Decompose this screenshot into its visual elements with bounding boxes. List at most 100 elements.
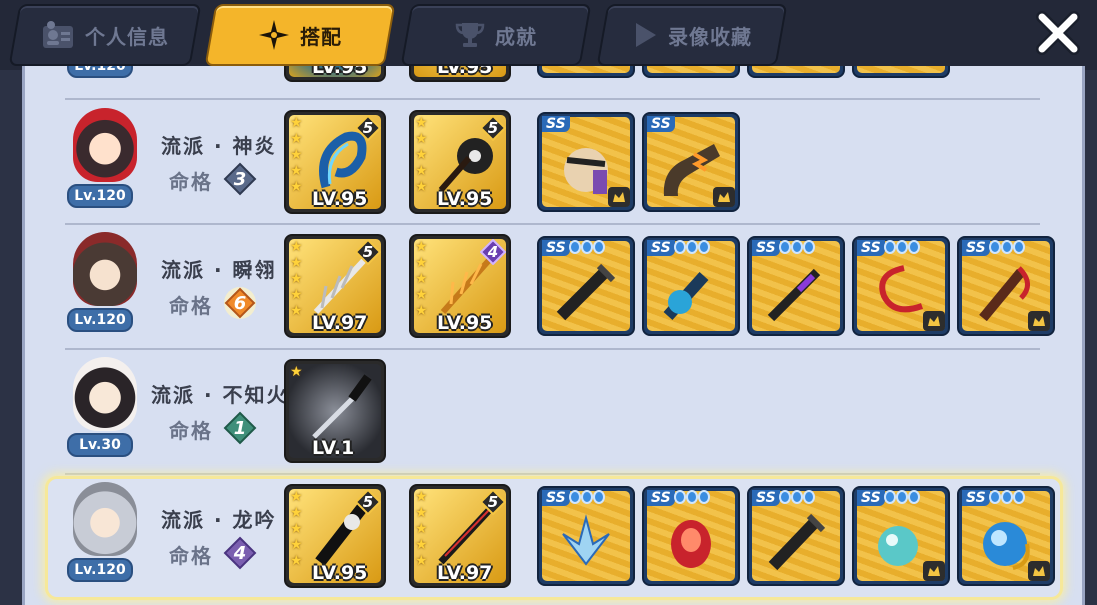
- tab-loadout-label: 搭配: [300, 24, 342, 49]
- accessory-slot[interactable]: SS: [747, 236, 845, 336]
- weapon-stars: ★ ★ ★ ★ ★: [415, 115, 428, 195]
- weapon-slot[interactable]: LV.95: [284, 66, 386, 82]
- tab-profile[interactable]: 个人信息: [8, 4, 202, 66]
- accessory-rank: SS: [752, 490, 780, 506]
- weapon-slot[interactable]: ★ ★ ★ ★ ★ 5 LV.95: [284, 484, 386, 588]
- character-avatar[interactable]: Lv.120: [67, 232, 141, 332]
- weapon-level: LV.97: [312, 312, 368, 334]
- loadout-row-selected[interactable]: Lv.120 流派 · 龙吟 命格 4 ★ ★ ★ ★ ★ 5 LV.95 ★ ★ ★ ★ ★ …: [45, 476, 1063, 600]
- accessory-slot[interactable]: SS: [957, 486, 1055, 586]
- accessory-rank: SS: [542, 240, 570, 256]
- loadout-row[interactable]: Lv.120 流派 · 瞬翎 命格 6 ★ ★ ★ ★ ★ 5 LV.97 ★ ★ ★ ★ ★ …: [25, 230, 1075, 354]
- accessory-slot[interactable]: SS: [642, 236, 740, 336]
- weapon-slot[interactable]: ★ ★ ★ ★ ★ 5 LV.97: [409, 484, 511, 588]
- accessory-rank: SS: [647, 490, 675, 506]
- character-level-badge: Lv.30: [67, 433, 133, 457]
- accessory-slot[interactable]: [537, 66, 635, 78]
- character-level-badge: Lv.120: [67, 66, 133, 78]
- tab-loadout[interactable]: 搭配: [204, 4, 396, 66]
- character-avatar[interactable]: Lv.120: [67, 108, 141, 208]
- accessory-art: [663, 271, 709, 321]
- accessory-rank: SS: [962, 240, 990, 256]
- tab-achievements[interactable]: 成就: [400, 4, 592, 66]
- fate-value: 1: [233, 417, 247, 439]
- accessory-slot[interactable]: [642, 66, 740, 78]
- fate-label: 命格: [169, 544, 213, 568]
- tab-profile-label: 个人信息: [85, 24, 169, 49]
- character-avatar[interactable]: Lv.120: [67, 482, 141, 582]
- weapon-stars: ★ ★ ★ ★ ★: [290, 115, 303, 195]
- weapon-level: LV.95: [312, 188, 368, 210]
- fate-label: 命格: [169, 294, 213, 318]
- close-icon: [1034, 9, 1082, 61]
- accessory-corner-icon: [1028, 561, 1050, 581]
- upgrade-drops: [569, 490, 605, 504]
- weapon-level: LV.95: [312, 66, 368, 78]
- upgrade-drops: [569, 240, 605, 254]
- loadout-row[interactable]: Lv.120 流派 · 神炎 命格 3 ★ ★ ★ ★ ★ 5 LV.95 ★ ★ ★ ★ ★ …: [25, 106, 1075, 230]
- accessory-rank: SS: [542, 490, 570, 506]
- accessory-art: [768, 513, 826, 571]
- tab-achievements-label: 成就: [495, 24, 537, 49]
- accessory-rank: SS: [857, 490, 885, 506]
- weapon-slot[interactable]: ★ ★ ★ ★ ★ 5 LV.95: [284, 110, 386, 214]
- accessory-slot[interactable]: SS: [537, 486, 635, 586]
- tab-replays-label: 录像收藏: [668, 24, 752, 49]
- weapon-level: LV.95: [312, 562, 368, 584]
- accessory-slot[interactable]: SS: [957, 236, 1055, 336]
- accessory-slot[interactable]: SS: [537, 236, 635, 336]
- tab-bar: 个人信息 搭配 成就 录像收藏: [0, 0, 1097, 70]
- tab-replays[interactable]: 录像收藏: [596, 4, 788, 66]
- accessory-slot[interactable]: SS: [642, 486, 740, 586]
- weapon-grade-badge: 5: [355, 115, 381, 141]
- fate-value: 6: [233, 292, 247, 314]
- weapon-slot[interactable]: ★ ★ ★ ★ ★ 5 LV.95: [409, 110, 511, 214]
- loadout-row[interactable]: Lv.30 流派 · 不知火 命格 1 ★ LV.1: [25, 355, 1075, 479]
- accessory-slot[interactable]: SS: [537, 112, 635, 212]
- upgrade-drops: [989, 490, 1025, 504]
- accessory-rank: SS: [542, 116, 570, 132]
- loadout-row[interactable]: Lv.120 LV.95 LV.95: [25, 66, 1075, 102]
- fate-badge: 3: [223, 162, 257, 196]
- character-avatar[interactable]: Lv.120: [67, 66, 141, 78]
- character-avatar[interactable]: Lv.30: [67, 357, 141, 457]
- weapon-slot[interactable]: ★ LV.1: [284, 359, 386, 463]
- accessory-slot[interactable]: SS: [852, 486, 950, 586]
- accessory-corner-icon: [923, 311, 945, 331]
- style-name: 流派 · 龙吟: [161, 508, 277, 532]
- row-divider: [65, 473, 1040, 475]
- weapon-slot[interactable]: LV.95: [409, 66, 511, 82]
- row-divider: [65, 98, 1040, 100]
- weapon-stars: ★: [290, 364, 303, 380]
- upgrade-drops: [674, 240, 710, 254]
- accessory-slot[interactable]: SS: [747, 486, 845, 586]
- accessory-slot[interactable]: [852, 66, 950, 78]
- weapon-slot[interactable]: ★ ★ ★ ★ ★ 5 LV.97: [284, 234, 386, 338]
- loadout-list[interactable]: Lv.120 LV.95 LV.95 Lv.120 流派 · 神炎 命格 3 ★…: [22, 66, 1085, 605]
- upgrade-drops: [884, 240, 920, 254]
- upgrade-drops: [989, 240, 1025, 254]
- weapon-level: LV.95: [437, 188, 493, 210]
- weapon-grade-badge: 5: [480, 489, 506, 515]
- row-divider: [65, 223, 1040, 225]
- upgrade-drops: [674, 490, 710, 504]
- accessory-slot[interactable]: SS: [642, 112, 740, 212]
- weapon-level: LV.95: [437, 66, 493, 78]
- accessory-rank: SS: [647, 240, 675, 256]
- fate-badge: 6: [223, 286, 257, 320]
- accessory-rank: SS: [647, 116, 675, 132]
- profile-card-icon: [41, 20, 75, 50]
- style-name: 流派 · 不知火: [151, 383, 289, 407]
- accessory-art: [671, 520, 711, 568]
- weapon-grade-badge: 5: [480, 115, 506, 141]
- accessory-corner-icon: [1028, 311, 1050, 331]
- accessory-rank: SS: [857, 240, 885, 256]
- accessory-slot[interactable]: [747, 66, 845, 78]
- weapon-level: LV.95: [437, 312, 493, 334]
- close-button[interactable]: [1033, 10, 1083, 60]
- upgrade-drops: [884, 490, 920, 504]
- accessory-slot[interactable]: SS: [852, 236, 950, 336]
- upgrade-drops: [779, 240, 815, 254]
- accessory-rank: SS: [962, 490, 990, 506]
- weapon-slot[interactable]: ★ ★ ★ ★ ★ 4 LV.95: [409, 234, 511, 338]
